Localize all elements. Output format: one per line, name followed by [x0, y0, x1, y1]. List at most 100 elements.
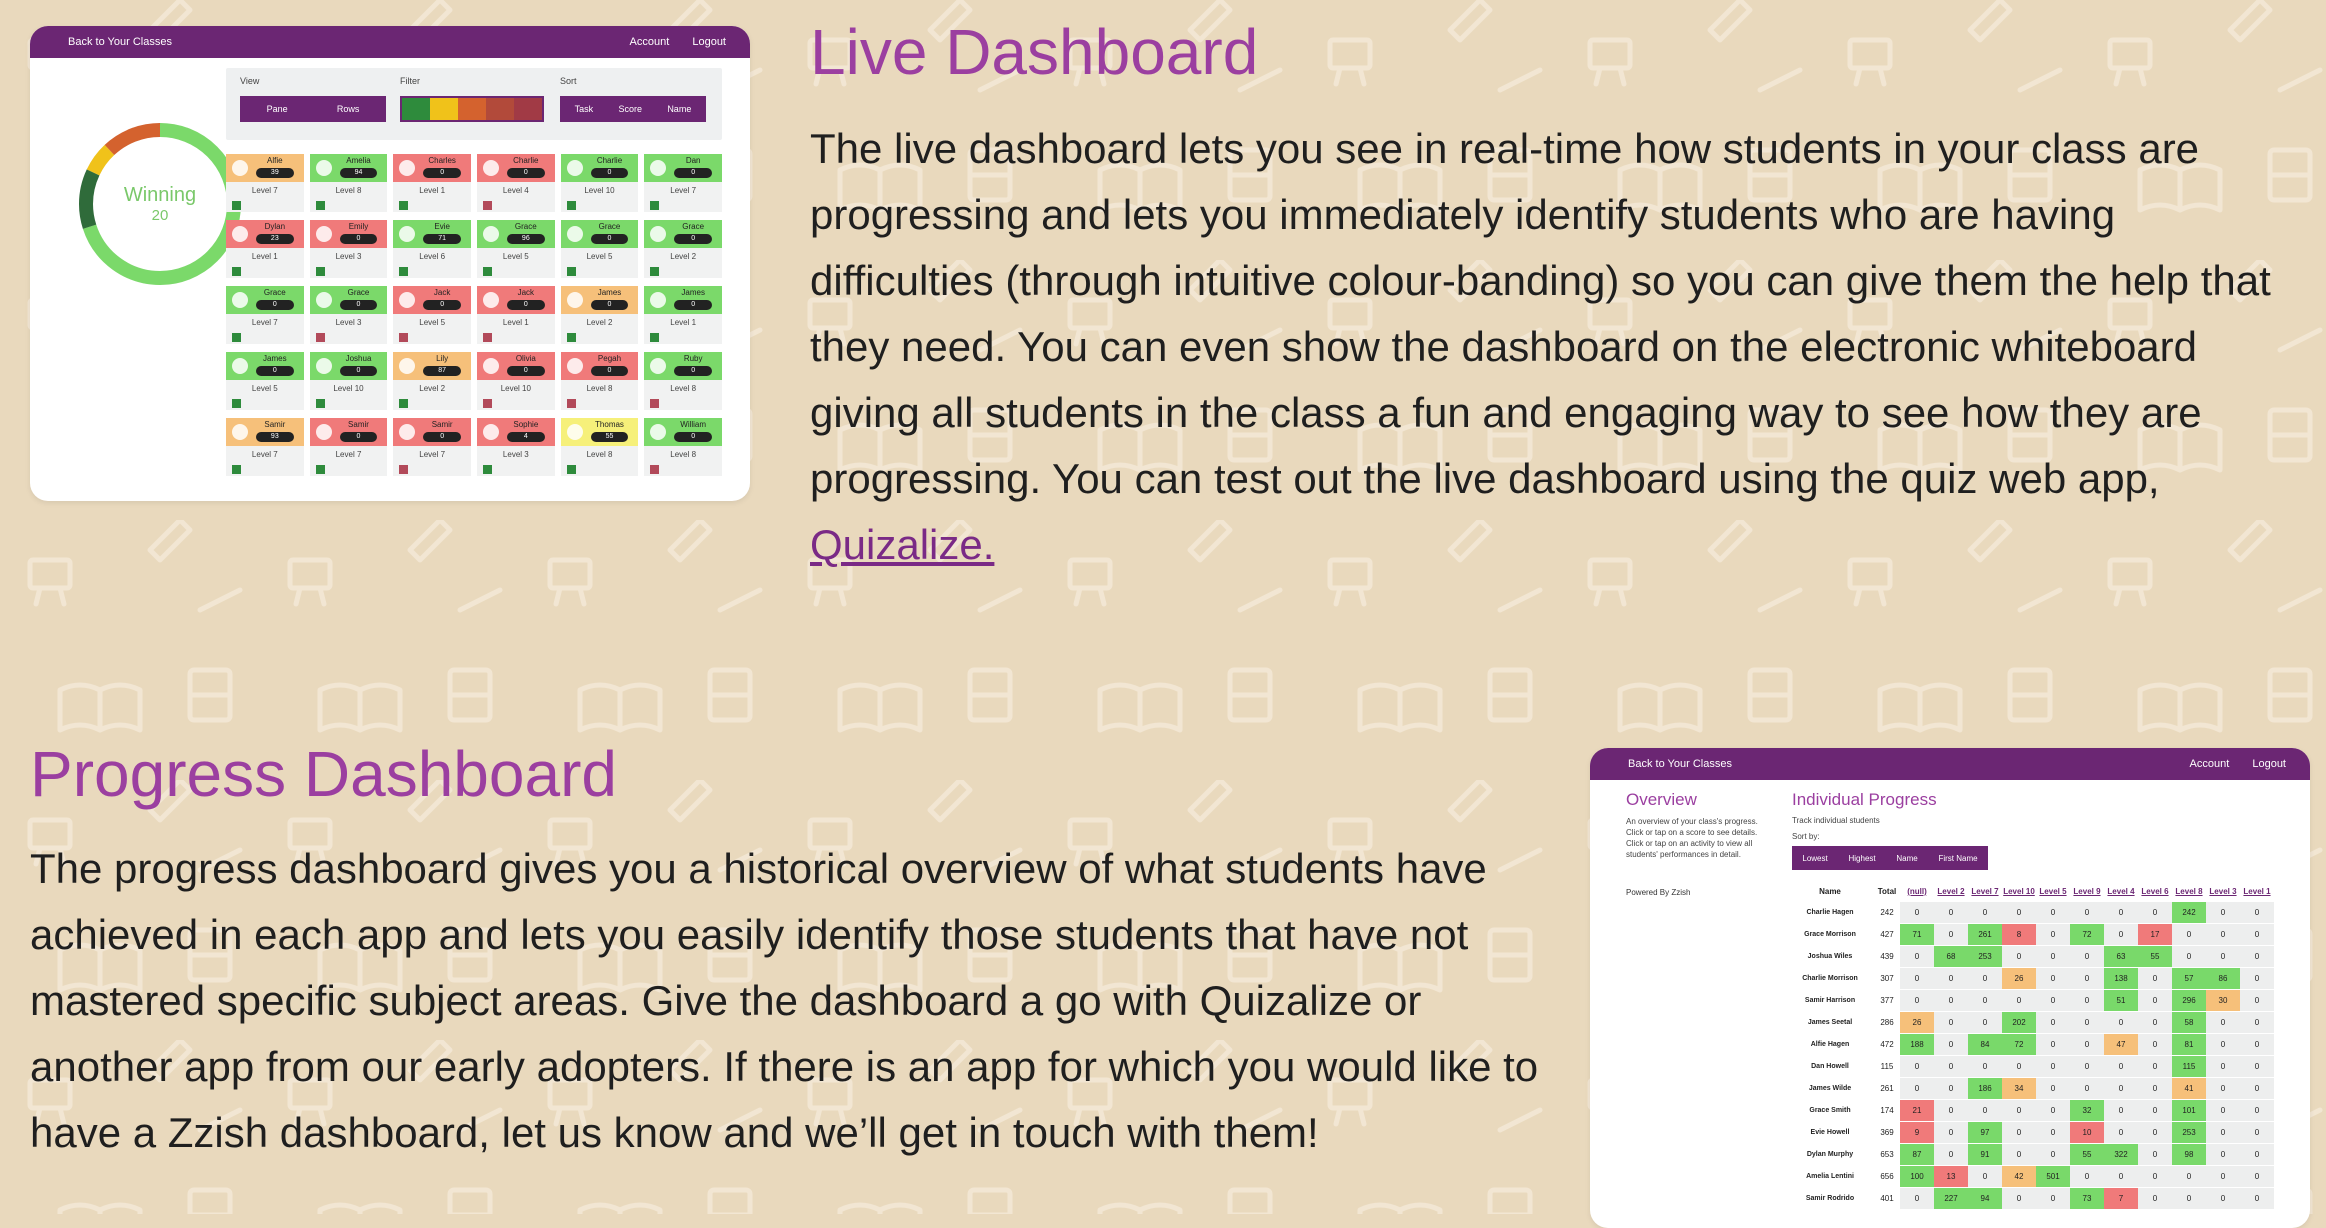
student-tile[interactable]: Alfie 39 Level 7 [226, 154, 304, 212]
sort-toggle[interactable]: Task Score Name [560, 96, 706, 122]
score-cell[interactable]: 30 [2206, 989, 2240, 1012]
score-cell[interactable]: 17 [2138, 923, 2172, 946]
sort-options[interactable]: Lowest Highest Name First Name [1792, 846, 1988, 870]
score-cell[interactable]: 0 [2070, 1011, 2104, 1034]
score-cell[interactable]: 0 [2138, 1143, 2172, 1166]
score-cell[interactable]: 0 [2138, 1055, 2172, 1078]
score-cell[interactable]: 0 [1900, 989, 1934, 1012]
score-cell[interactable]: 71 [1900, 923, 1934, 946]
student-tile[interactable]: Samir 93 Level 7 [226, 418, 304, 476]
score-cell[interactable]: 97 [1968, 1121, 2002, 1144]
student-tile[interactable]: James 0 Level 2 [560, 286, 639, 344]
back-to-classes-link[interactable]: Back to Your Classes [68, 36, 172, 48]
score-cell[interactable]: 0 [1934, 1099, 1968, 1122]
score-cell[interactable]: 0 [2240, 1165, 2274, 1188]
score-cell[interactable]: 0 [1934, 923, 1968, 946]
sort-lowest[interactable]: Lowest [1802, 854, 1827, 863]
activity-column-header[interactable]: Level 8 [2172, 880, 2206, 902]
score-cell[interactable]: 0 [2104, 1121, 2138, 1144]
student-tile[interactable]: Grace 0 Level 5 [560, 220, 639, 278]
score-cell[interactable]: 0 [2036, 967, 2070, 990]
score-cell[interactable]: 0 [2206, 1143, 2240, 1166]
score-cell[interactable]: 55 [2070, 1143, 2104, 1166]
score-cell[interactable]: 0 [2036, 1055, 2070, 1078]
score-cell[interactable]: 296 [2172, 989, 2206, 1012]
score-cell[interactable]: 0 [2002, 1055, 2036, 1078]
score-cell[interactable]: 0 [2036, 1187, 2070, 1210]
activity-column-header[interactable]: Level 6 [2138, 880, 2172, 902]
score-cell[interactable]: 84 [1968, 1033, 2002, 1056]
student-tile[interactable]: Grace 0 Level 7 [226, 286, 304, 344]
student-tile[interactable]: Sophie 4 Level 3 [476, 418, 555, 476]
score-cell[interactable]: 138 [2104, 967, 2138, 990]
score-cell[interactable]: 73 [2070, 1187, 2104, 1210]
score-cell[interactable]: 0 [2206, 945, 2240, 968]
sort-first-name[interactable]: First Name [1938, 854, 1977, 863]
score-cell[interactable]: 0 [2138, 1121, 2172, 1144]
quizalize-link[interactable]: Quizalize. [810, 521, 994, 568]
score-cell[interactable]: 72 [2002, 1033, 2036, 1056]
score-cell[interactable]: 0 [2172, 1187, 2206, 1210]
score-cell[interactable]: 0 [2070, 967, 2104, 990]
score-cell[interactable]: 0 [2240, 902, 2274, 924]
score-cell[interactable]: 0 [2002, 1143, 2036, 1166]
score-cell[interactable]: 0 [2240, 1033, 2274, 1056]
score-cell[interactable]: 0 [2206, 1099, 2240, 1122]
score-cell[interactable]: 253 [2172, 1121, 2206, 1144]
score-cell[interactable]: 21 [1900, 1099, 1934, 1122]
score-cell[interactable]: 9 [1900, 1121, 1934, 1144]
student-tile[interactable]: James 0 Level 5 [226, 352, 304, 410]
score-cell[interactable]: 10 [2070, 1121, 2104, 1144]
score-cell[interactable]: 0 [2104, 902, 2138, 924]
student-tile[interactable]: Thomas 55 Level 8 [560, 418, 639, 476]
score-cell[interactable]: 0 [1968, 1011, 2002, 1034]
score-cell[interactable]: 501 [2036, 1165, 2070, 1188]
student-tile[interactable]: Charlie 0 Level 4 [476, 154, 555, 212]
score-cell[interactable]: 0 [1934, 989, 1968, 1012]
colour-filter[interactable] [400, 96, 544, 122]
score-cell[interactable]: 0 [2240, 967, 2274, 990]
score-cell[interactable]: 0 [2206, 923, 2240, 946]
score-cell[interactable]: 186 [1968, 1077, 2002, 1100]
score-cell[interactable]: 0 [1900, 1055, 1934, 1078]
filter-colour-swatch[interactable] [514, 98, 542, 120]
score-cell[interactable]: 0 [1900, 967, 1934, 990]
score-cell[interactable]: 0 [1900, 1187, 1934, 1210]
score-cell[interactable]: 98 [2172, 1143, 2206, 1166]
score-cell[interactable]: 32 [2070, 1099, 2104, 1122]
score-cell[interactable]: 322 [2104, 1143, 2138, 1166]
student-tile[interactable]: Samir 0 Level 7 [393, 418, 471, 476]
score-cell[interactable]: 0 [2240, 1187, 2274, 1210]
score-cell[interactable]: 0 [2070, 989, 2104, 1012]
score-cell[interactable]: 0 [1900, 1077, 1934, 1100]
score-cell[interactable]: 0 [2036, 1143, 2070, 1166]
score-cell[interactable]: 0 [1968, 1165, 2002, 1188]
score-cell[interactable]: 51 [2104, 989, 2138, 1012]
filter-colour-swatch[interactable] [486, 98, 514, 120]
score-cell[interactable]: 0 [2036, 923, 2070, 946]
score-cell[interactable]: 91 [1968, 1143, 2002, 1166]
score-cell[interactable]: 0 [2036, 1033, 2070, 1056]
score-cell[interactable]: 0 [2138, 1187, 2172, 1210]
score-cell[interactable]: 0 [2172, 1165, 2206, 1188]
score-cell[interactable]: 0 [1934, 1143, 1968, 1166]
score-cell[interactable]: 227 [1934, 1187, 1968, 1210]
sort-option-task[interactable]: Task [575, 104, 594, 114]
view-option-pane[interactable]: Pane [267, 104, 288, 114]
activity-column-header[interactable]: Level 7 [1968, 880, 2002, 902]
score-cell[interactable]: 0 [2206, 1011, 2240, 1034]
sort-option-score[interactable]: Score [618, 104, 642, 114]
score-cell[interactable]: 0 [2206, 902, 2240, 924]
score-cell[interactable]: 34 [2002, 1077, 2036, 1100]
score-cell[interactable]: 94 [1968, 1187, 2002, 1210]
score-cell[interactable]: 0 [2104, 1165, 2138, 1188]
student-tile[interactable]: Dan 0 Level 7 [644, 154, 722, 212]
filter-colour-swatch[interactable] [458, 98, 486, 120]
score-cell[interactable]: 0 [2036, 1121, 2070, 1144]
score-cell[interactable]: 0 [2138, 902, 2172, 924]
student-tile[interactable]: Jack 0 Level 1 [476, 286, 555, 344]
score-cell[interactable]: 0 [2002, 902, 2036, 924]
student-tile[interactable]: Ruby 0 Level 8 [644, 352, 722, 410]
score-cell[interactable]: 0 [1968, 1055, 2002, 1078]
student-tile[interactable]: Lily 87 Level 2 [393, 352, 471, 410]
